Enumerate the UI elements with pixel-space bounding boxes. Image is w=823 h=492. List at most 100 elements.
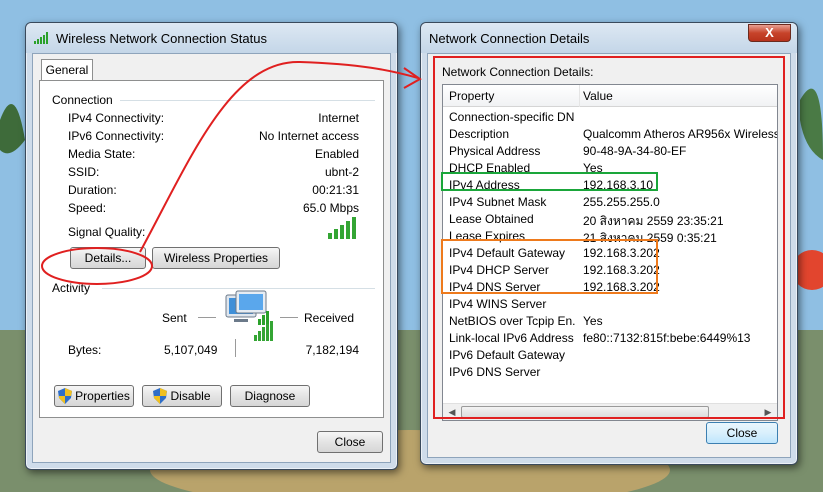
ipv4-connectivity-label: IPv4 Connectivity: — [68, 111, 165, 125]
property-cell: IPv4 Subnet Mask — [449, 195, 547, 209]
table-row[interactable]: IPv4 Subnet Mask 255.255.255.0 — [443, 194, 777, 211]
table-row[interactable]: IPv6 Default Gateway — [443, 347, 777, 364]
table-row[interactable]: IPv4 WINS Server — [443, 296, 777, 313]
details-window-title: Network Connection Details — [429, 30, 590, 46]
bytes-label: Bytes: — [68, 343, 102, 357]
bytes-received-value: 7,182,194 — [305, 343, 359, 357]
value-cell: 192.168.3.202 — [583, 263, 660, 277]
table-row[interactable]: IPv4 DHCP Server 192.168.3.202 — [443, 262, 777, 279]
property-cell: IPv6 DNS Server — [449, 365, 541, 379]
details-close-button[interactable]: Close — [706, 422, 778, 444]
value-cell: 90-48-9A-34-80-EF — [583, 144, 687, 158]
general-tab-panel: Connection IPv4 Connectivity: Internet I… — [39, 80, 384, 418]
property-cell: IPv4 Address — [449, 178, 520, 192]
value-cell: fe80::7132:815f:bebe:6449%13 — [583, 331, 751, 345]
activity-group-label: Activity — [52, 281, 91, 295]
property-cell: Link-local IPv6 Address — [449, 331, 574, 345]
column-header-value[interactable]: Value — [583, 89, 613, 103]
property-cell: Lease Expires — [449, 229, 526, 243]
list-header: Property Value — [443, 85, 777, 107]
scroll-left-icon[interactable]: ◀ — [444, 405, 460, 420]
property-cell: IPv4 DHCP Server — [449, 263, 549, 277]
ssid-label: SSID: — [68, 165, 100, 179]
property-cell: IPv6 Default Gateway — [449, 348, 566, 362]
table-row[interactable]: Lease Obtained 20 สิงหาคม 2559 23:35:21 — [443, 211, 777, 228]
table-row[interactable]: Link-local IPv6 Address fe80::7132:815f:b… — [443, 330, 777, 347]
table-row[interactable]: Lease Expires 21 สิงหาคม 2559 0:35:21 — [443, 228, 777, 245]
property-cell: IPv4 WINS Server — [449, 297, 547, 311]
status-window-title: Wireless Network Connection Status — [56, 30, 267, 46]
property-cell: IPv4 DNS Server — [449, 280, 541, 294]
received-label: Received — [304, 311, 355, 325]
table-row[interactable]: Physical Address 90-48-9A-34-80-EF — [443, 143, 777, 160]
speed-label: Speed: — [68, 201, 107, 215]
uac-shield-icon — [58, 388, 73, 404]
property-cell: Lease Obtained — [449, 212, 534, 226]
tab-general[interactable]: General — [41, 59, 93, 81]
disable-button[interactable]: Disable — [142, 385, 222, 407]
table-row[interactable]: IPv4 Default Gateway 192.168.3.202 — [443, 245, 777, 262]
details-list-view[interactable]: Property Value Connection-specific DN...… — [442, 84, 778, 421]
speed-value: 65.0 Mbps — [302, 201, 359, 215]
signal-quality-icon — [328, 217, 356, 239]
ssid-value: ubnt-2 — [324, 165, 359, 179]
wifi-bars-icon — [254, 321, 273, 341]
value-cell: 192.168.3.202 — [583, 280, 660, 294]
diagnose-button[interactable]: Diagnose — [230, 385, 310, 407]
property-cell: IPv4 Default Gateway — [449, 246, 566, 260]
column-header-property[interactable]: Property — [449, 89, 494, 103]
table-row[interactable]: IPv4 DNS Server 192.168.3.202 — [443, 279, 777, 296]
property-cell: Connection-specific DN... — [449, 110, 575, 124]
property-cell: Description — [449, 127, 510, 141]
media-state-value: Enabled — [314, 147, 359, 161]
disable-button-label: Disable — [170, 389, 211, 403]
status-titlebar[interactable]: Wireless Network Connection Status — [26, 23, 397, 53]
table-row[interactable]: Description Qualcomm Atheros AR956x Wirel… — [443, 126, 778, 143]
property-cell: Physical Address — [449, 144, 541, 158]
value-cell: Qualcomm Atheros AR956x Wireless Netw — [583, 127, 778, 141]
column-separator[interactable] — [579, 85, 580, 107]
scrollbar-thumb[interactable] — [461, 406, 709, 418]
details-titlebar[interactable]: Network Connection Details X — [421, 23, 797, 53]
scroll-right-icon[interactable]: ▶ — [760, 405, 776, 420]
details-button[interactable]: Details... — [70, 247, 146, 269]
property-cell: DHCP Enabled — [449, 161, 531, 175]
bytes-divider — [235, 339, 236, 357]
details-window: Network Connection Details X Network Con… — [420, 22, 798, 465]
signal-quality-label: Signal Quality: — [68, 225, 146, 239]
ipv6-connectivity-label: IPv6 Connectivity: — [68, 129, 165, 143]
details-client-area: Network Connection Details: Property Val… — [427, 53, 791, 458]
property-cell: NetBIOS over Tcpip En... — [449, 314, 575, 328]
connection-divider — [120, 100, 375, 101]
connection-group-label: Connection — [52, 93, 113, 107]
table-row[interactable]: IPv6 DNS Server — [443, 364, 777, 381]
duration-label: Duration: — [68, 183, 117, 197]
horizontal-scrollbar[interactable]: ◀ ▶ — [443, 403, 777, 420]
status-window: Wireless Network Connection Status Gener… — [25, 22, 398, 470]
wireless-properties-button[interactable]: Wireless Properties — [152, 247, 280, 269]
sent-label: Sent — [162, 311, 187, 325]
ipv4-connectivity-value: Internet — [318, 111, 359, 125]
uac-shield-icon — [153, 388, 168, 404]
value-cell: Yes — [583, 161, 603, 175]
received-line — [280, 317, 298, 318]
status-client-area: General Connection IPv4 Connectivity: In… — [32, 53, 391, 463]
window-close-x-button[interactable]: X — [748, 24, 791, 42]
wifi-signal-icon — [34, 32, 48, 44]
bytes-sent-value: 5,107,049 — [164, 343, 218, 357]
table-row[interactable]: NetBIOS over Tcpip En... Yes — [443, 313, 777, 330]
table-row[interactable]: Connection-specific DN... — [443, 109, 777, 126]
properties-button[interactable]: Properties — [54, 385, 134, 407]
media-state-label: Media State: — [68, 147, 136, 161]
value-cell: 192.168.3.202 — [583, 246, 660, 260]
details-section-label: Network Connection Details: — [442, 65, 594, 79]
status-close-button[interactable]: Close — [317, 431, 383, 453]
value-cell: 255.255.255.0 — [583, 195, 660, 209]
table-row[interactable]: DHCP Enabled Yes — [443, 160, 777, 177]
value-cell: 192.168.3.10 — [583, 178, 654, 192]
value-cell: Yes — [583, 314, 603, 328]
ipv6-connectivity-value: No Internet access — [258, 129, 359, 143]
sent-line — [198, 317, 216, 318]
properties-button-label: Properties — [75, 389, 130, 403]
table-row[interactable]: IPv4 Address 192.168.3.10 — [443, 177, 777, 194]
